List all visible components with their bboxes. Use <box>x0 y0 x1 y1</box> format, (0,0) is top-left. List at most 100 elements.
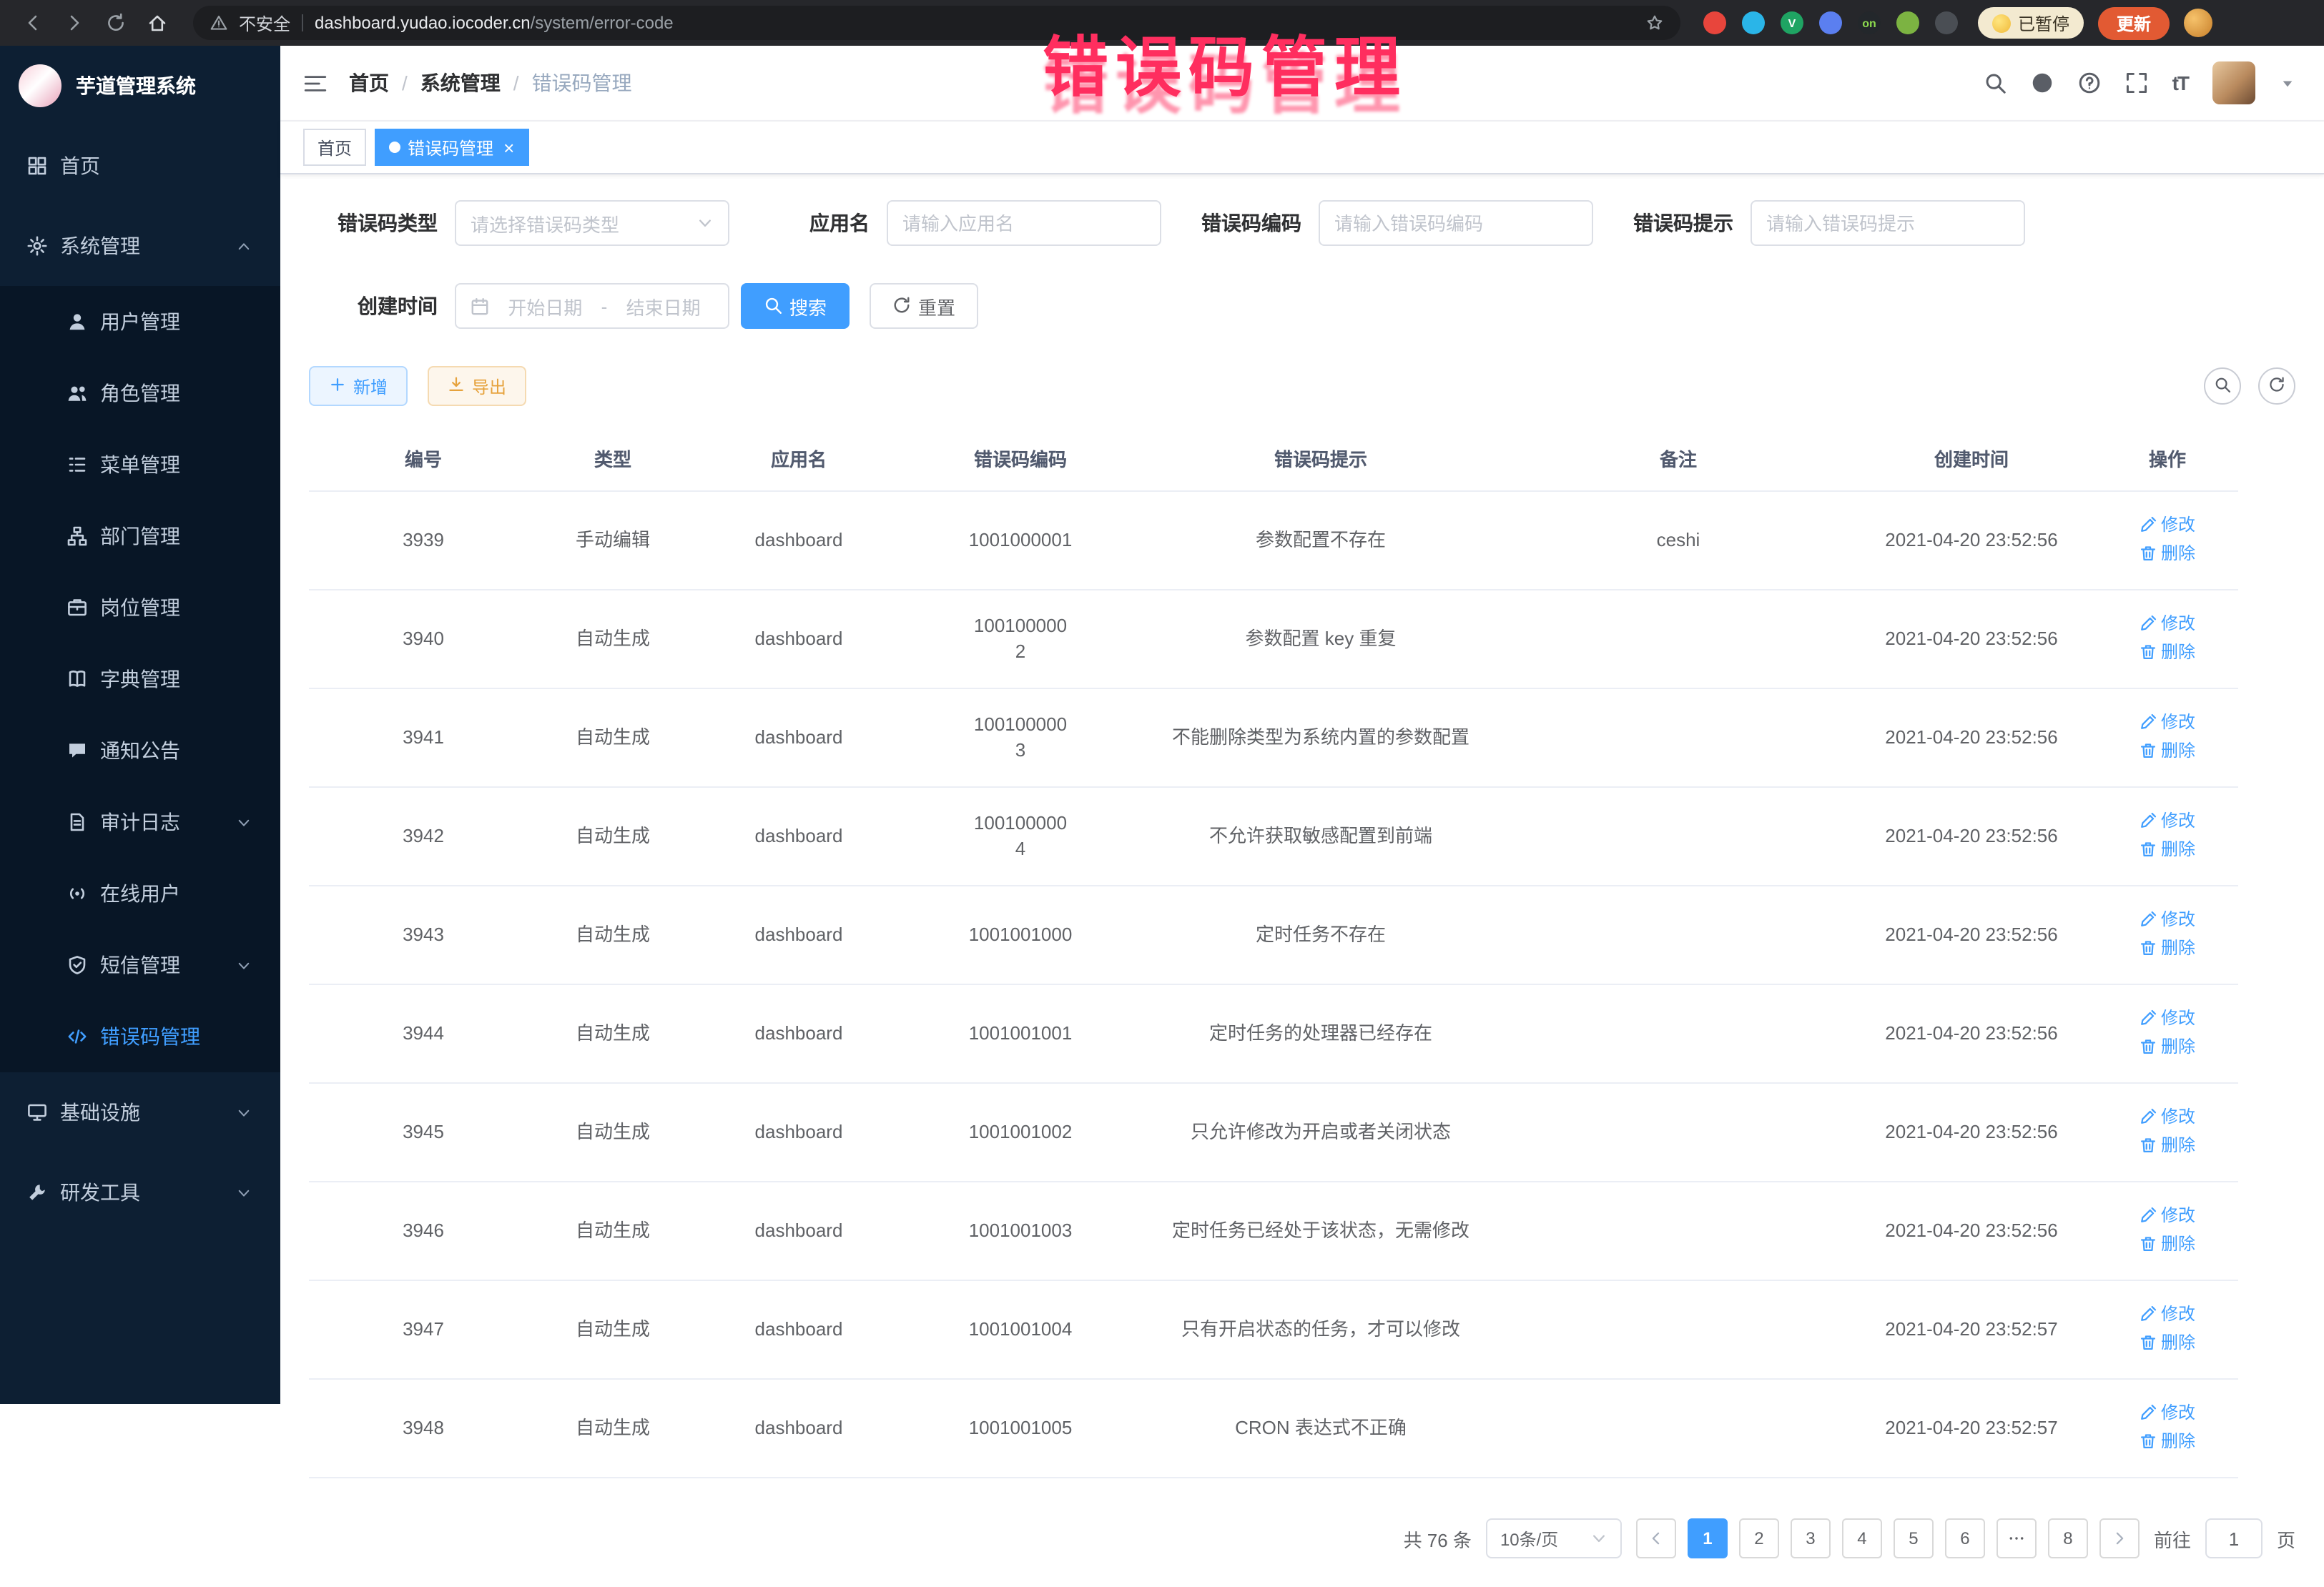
goto-page-input[interactable] <box>2205 1518 2263 1558</box>
breadcrumb-item[interactable]: 系统管理 <box>420 69 501 97</box>
edit-link[interactable]: 修改 <box>2140 1301 2195 1327</box>
refresh-table-button[interactable] <box>2258 367 2295 405</box>
paused-badge[interactable]: 已暂停 <box>1978 7 2084 39</box>
page-size-select[interactable]: 10条/页 <box>1486 1518 1622 1558</box>
browser-home-icon[interactable] <box>147 13 167 33</box>
cell-created-time: 2021-04-20 23:52:57 <box>1846 1280 2097 1379</box>
avatar[interactable] <box>2212 61 2255 104</box>
page-button-3[interactable]: 3 <box>1791 1518 1831 1558</box>
extension-on-icon[interactable]: on <box>1858 11 1881 34</box>
help-icon[interactable] <box>2078 71 2101 94</box>
delete-link[interactable]: 删除 <box>2140 1132 2195 1158</box>
reload-icon[interactable] <box>106 13 126 33</box>
cell-created-time: 2021-04-20 23:52:57 <box>1846 1379 2097 1478</box>
tab-home[interactable]: 首页 <box>303 129 366 166</box>
forward-icon[interactable] <box>64 13 84 33</box>
extension-red-icon[interactable] <box>1703 11 1726 34</box>
page-button-5[interactable]: 5 <box>1894 1518 1934 1558</box>
edit-link[interactable]: 修改 <box>2140 1104 2195 1129</box>
sidebar-item-notice[interactable]: 通知公告 <box>0 715 280 786</box>
extension-people-icon[interactable] <box>1819 11 1842 34</box>
sidebar-item-dept[interactable]: 部门管理 <box>0 500 280 572</box>
filter-input-message[interactable] <box>1751 200 2025 246</box>
address-bar[interactable]: 不安全 dashboard.yudao.iocoder.cn/system/er… <box>193 6 1680 40</box>
delete-link[interactable]: 删除 <box>2140 738 2195 763</box>
extension-drop-icon[interactable] <box>1742 11 1765 34</box>
delete-link[interactable]: 删除 <box>2140 540 2195 566</box>
sidebar-item-home[interactable]: 首页 <box>0 126 280 206</box>
breadcrumb-item[interactable]: 首页 <box>349 69 389 97</box>
page-button-6[interactable]: 6 <box>1945 1518 1985 1558</box>
sidebar-item-audit-log[interactable]: 审计日志 <box>0 786 280 858</box>
edit-link[interactable]: 修改 <box>2140 610 2195 636</box>
search-icon <box>764 295 782 317</box>
sidebar-item-role[interactable]: 角色管理 <box>0 357 280 429</box>
more-pages-button[interactable] <box>1996 1518 2037 1558</box>
extension-leaf-icon[interactable] <box>1896 11 1919 34</box>
delete-link[interactable]: 删除 <box>2140 836 2195 862</box>
close-icon[interactable]: × <box>503 138 514 157</box>
reset-button[interactable]: 重置 <box>870 283 978 329</box>
edit-link[interactable]: 修改 <box>2140 709 2195 735</box>
plus-icon <box>329 376 346 396</box>
page-button-8[interactable]: 8 <box>2048 1518 2088 1558</box>
app-logo[interactable]: 芋道管理系统 <box>0 46 280 126</box>
browser-profile-avatar[interactable] <box>2184 9 2212 37</box>
font-size-icon[interactable]: tT <box>2172 71 2188 94</box>
sidebar-item-post[interactable]: 岗位管理 <box>0 572 280 643</box>
extension-puzzle-icon[interactable] <box>1935 11 1958 34</box>
search-button[interactable]: 搜索 <box>741 283 850 329</box>
edit-link[interactable]: 修改 <box>2140 1202 2195 1228</box>
delete-link[interactable]: 删除 <box>2140 1034 2195 1059</box>
delete-link[interactable]: 删除 <box>2140 1330 2195 1355</box>
sidebar-item-error-code[interactable]: 错误码管理 <box>0 1001 280 1072</box>
sidebar-item-system[interactable]: 系统管理 <box>0 206 280 286</box>
sidebar-item-sms[interactable]: 短信管理 <box>0 929 280 1001</box>
page-button-2[interactable]: 2 <box>1739 1518 1779 1558</box>
back-icon[interactable] <box>23 13 43 33</box>
cell-type: 手动编辑 <box>538 491 688 590</box>
export-button[interactable]: 导出 <box>428 366 526 406</box>
sidebar-item-dev-tools[interactable]: 研发工具 <box>0 1152 280 1232</box>
add-button[interactable]: 新增 <box>309 366 408 406</box>
prev-page-button[interactable] <box>1636 1518 1676 1558</box>
bookmark-star-icon[interactable] <box>1646 14 1663 31</box>
search-icon[interactable] <box>1984 71 2007 94</box>
delete-link[interactable]: 删除 <box>2140 1428 2195 1454</box>
fullscreen-icon[interactable] <box>2125 71 2148 94</box>
edit-link[interactable]: 修改 <box>2140 1005 2195 1031</box>
extension-green-v-icon[interactable]: V <box>1781 11 1803 34</box>
caret-down-icon[interactable] <box>2280 75 2295 91</box>
edit-link[interactable]: 修改 <box>2140 906 2195 932</box>
error-code-table: 编号类型应用名错误码编码错误码提示备注创建时间操作 3939手动编辑dashbo… <box>309 426 2238 1478</box>
edit-link[interactable]: 修改 <box>2140 1400 2195 1425</box>
sidebar-item-infra[interactable]: 基础设施 <box>0 1072 280 1152</box>
delete-link[interactable]: 删除 <box>2140 935 2195 961</box>
github-icon[interactable] <box>2031 71 2054 94</box>
filter-select-type[interactable]: 请选择错误码类型 <box>455 200 729 246</box>
page-button-1[interactable]: 1 <box>1688 1518 1728 1558</box>
page-button-4[interactable]: 4 <box>1842 1518 1882 1558</box>
total-count: 共 76 条 <box>1404 1525 1472 1552</box>
sidebar-item-label: 通知公告 <box>100 736 180 765</box>
next-page-button[interactable] <box>2099 1518 2140 1558</box>
edit-link[interactable]: 修改 <box>2140 512 2195 538</box>
sidebar-item-online-user[interactable]: 在线用户 <box>0 858 280 929</box>
sidebar-item-dict[interactable]: 字典管理 <box>0 643 280 715</box>
cell-actions: 修改删除 <box>2097 590 2238 688</box>
date-range-picker[interactable]: 开始日期 - 结束日期 <box>455 283 729 329</box>
cell-app: dashboard <box>688 1379 910 1478</box>
filter-input-code[interactable] <box>1319 200 1593 246</box>
delete-link[interactable]: 删除 <box>2140 639 2195 665</box>
toggle-search-button[interactable] <box>2204 367 2241 405</box>
online-icon <box>67 884 87 904</box>
hamburger-icon[interactable] <box>303 71 328 95</box>
filter-input-app-name[interactable] <box>887 200 1161 246</box>
edit-icon <box>2140 1108 2157 1125</box>
sidebar-item-menu[interactable]: 菜单管理 <box>0 429 280 500</box>
tab-error-code[interactable]: 错误码管理× <box>375 129 528 166</box>
sidebar-item-user[interactable]: 用户管理 <box>0 286 280 357</box>
delete-link[interactable]: 删除 <box>2140 1231 2195 1257</box>
edit-link[interactable]: 修改 <box>2140 808 2195 834</box>
update-button[interactable]: 更新 <box>2098 6 2170 39</box>
